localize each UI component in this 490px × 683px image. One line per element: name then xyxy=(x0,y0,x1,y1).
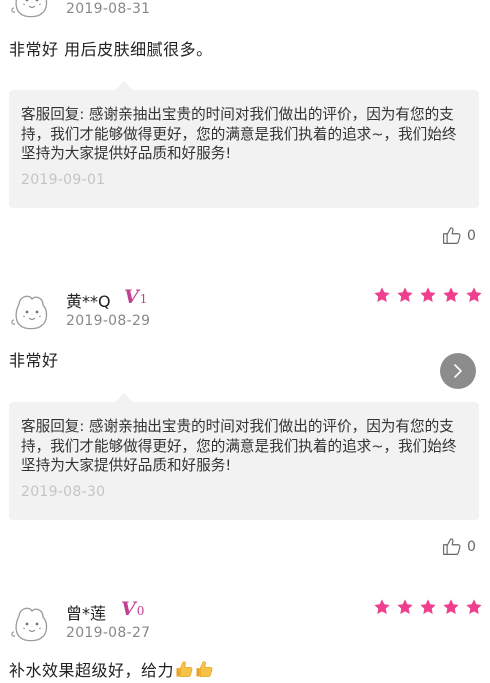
vip-badge: V1 xyxy=(124,286,148,308)
star-icon xyxy=(465,598,483,616)
star-icon xyxy=(396,598,414,616)
review-content-row: 补水效果超级好，给力 xyxy=(9,657,214,681)
star-icon xyxy=(373,286,391,304)
reply-date: 2019-08-30 xyxy=(21,484,106,500)
like-button[interactable]: 0 xyxy=(441,536,476,557)
thumbs-up-emoji-icon xyxy=(194,659,214,679)
username: 曾*莲 xyxy=(66,604,107,623)
avatar xyxy=(10,290,54,334)
thumbs-up-emoji-icon xyxy=(174,659,194,679)
next-arrow-button[interactable] xyxy=(440,353,476,389)
chevron-right-icon xyxy=(454,364,462,378)
merchant-reply: 客服回复: 感谢亲抽出宝贵的时间对我们做出的评价，因为有您的支持，我们才能够做得… xyxy=(9,81,479,208)
rating-stars xyxy=(373,286,483,304)
reply-text: 客服回复: 感谢亲抽出宝贵的时间对我们做出的评价，因为有您的支持，我们才能够做得… xyxy=(21,418,457,474)
thumbs-up-icon xyxy=(441,536,462,557)
review-content: 非常好 用后皮肤细腻很多。 xyxy=(9,40,213,59)
star-icon xyxy=(373,598,391,616)
vip-level: 1 xyxy=(139,292,148,306)
reply-pointer xyxy=(115,81,133,90)
review-date: 2019-08-27 xyxy=(66,625,151,641)
review-content: 补水效果超级好，给力 xyxy=(9,661,175,680)
like-count: 0 xyxy=(467,227,476,244)
reply-date: 2019-09-01 xyxy=(21,172,106,188)
avatar xyxy=(10,602,54,646)
vip-badge: V0 xyxy=(121,598,145,620)
merchant-reply: 客服回复: 感谢亲抽出宝贵的时间对我们做出的评价，因为有您的支持，我们才能够做得… xyxy=(9,393,479,520)
star-icon xyxy=(465,286,483,304)
star-icon xyxy=(442,286,460,304)
star-icon xyxy=(419,598,437,616)
reply-pointer xyxy=(115,393,133,402)
review-content: 非常好 xyxy=(9,351,59,370)
star-icon xyxy=(396,286,414,304)
star-icon xyxy=(442,598,460,616)
rating-stars xyxy=(373,598,483,616)
review-date: 2019-08-31 xyxy=(66,1,151,17)
like-button[interactable]: 0 xyxy=(441,225,476,246)
review-date: 2019-08-29 xyxy=(66,313,151,329)
thumbs-up-icon xyxy=(441,225,462,246)
reply-text: 客服回复: 感谢亲抽出宝贵的时间对我们做出的评价，因为有您的支持，我们才能够做得… xyxy=(21,106,457,162)
username: 黄**Q xyxy=(66,292,111,311)
like-count: 0 xyxy=(467,538,476,555)
avatar xyxy=(10,0,54,22)
vip-level: 0 xyxy=(136,604,145,618)
star-icon xyxy=(419,286,437,304)
